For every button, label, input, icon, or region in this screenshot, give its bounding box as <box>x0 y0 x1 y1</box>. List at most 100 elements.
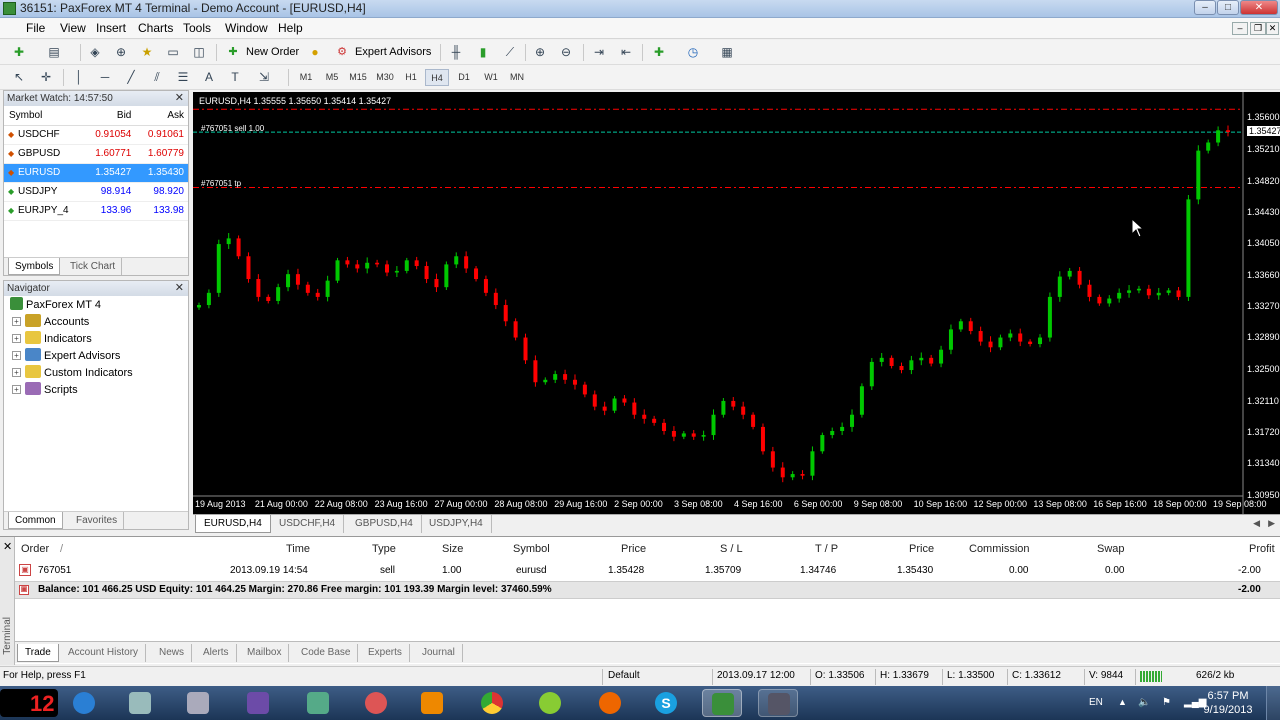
profiles-icon[interactable]: ▤ <box>45 44 63 61</box>
text-label-icon[interactable]: T <box>226 69 244 86</box>
timeframe-m30[interactable]: M30 <box>373 69 397 86</box>
new-chart-icon[interactable]: ✚ <box>10 44 28 61</box>
menu-charts[interactable]: Charts <box>138 21 173 35</box>
taskbar-chrome[interactable] <box>472 689 512 717</box>
column-swap[interactable]: Swap <box>1097 543 1125 555</box>
fibonacci-retracement-icon[interactable]: ☰ <box>174 69 192 86</box>
taskbar-app-5[interactable] <box>298 689 338 717</box>
timeframe-w1[interactable]: W1 <box>479 69 503 86</box>
new-order-button[interactable]: ✚ New Order <box>224 44 299 61</box>
expand-icon[interactable]: + <box>12 385 21 394</box>
tab-favorites[interactable]: Favorites <box>70 512 125 529</box>
column-price-current[interactable]: Price <box>909 543 934 555</box>
tab-news[interactable]: News <box>152 644 193 662</box>
expand-icon[interactable]: + <box>12 334 21 343</box>
tab-experts[interactable]: Experts <box>361 644 410 662</box>
taskbar-visual-studio[interactable] <box>238 689 278 717</box>
chart-shift-icon[interactable]: ⇤ <box>617 44 635 61</box>
tab-trade[interactable]: Trade <box>17 644 59 662</box>
chart-tab-gbpusd[interactable]: GBPUSD,H4 <box>347 515 422 533</box>
line-chart-icon[interactable]: ⟋ <box>501 44 519 61</box>
navigator-item-expert-advisors[interactable]: + Expert Advisors <box>12 348 120 364</box>
close-icon[interactable]: ✕ <box>175 91 184 106</box>
text-tool-icon[interactable]: A <box>200 69 218 86</box>
scroll-right-icon[interactable]: ▶ <box>1268 518 1275 529</box>
column-type[interactable]: Type <box>372 543 396 555</box>
menu-view[interactable]: View <box>60 21 86 35</box>
maximize-button[interactable]: □ <box>1217 0 1239 15</box>
close-icon[interactable]: ✕ <box>3 540 12 553</box>
cursor-tool-icon[interactable]: ↖ <box>10 69 28 86</box>
tab-tick-chart[interactable]: Tick Chart <box>64 258 123 275</box>
periods-icon[interactable]: ◷ <box>684 44 702 61</box>
tab-common[interactable]: Common <box>8 512 63 529</box>
menu-window[interactable]: Window <box>225 21 268 35</box>
taskbar-app-6[interactable] <box>356 689 396 717</box>
timeframe-d1[interactable]: D1 <box>452 69 476 86</box>
market-watch-row[interactable]: ◆ EURJPY_4 133.96 133.98 <box>4 201 188 221</box>
mdi-minimize-button[interactable]: – <box>1232 22 1248 35</box>
equidistant-channel-icon[interactable]: ⫽ <box>148 69 166 86</box>
tab-symbols[interactable]: Symbols <box>8 258 61 275</box>
column-order[interactable]: Order <box>21 543 49 555</box>
market-watch-row[interactable]: ◆ GBPUSD 1.60771 1.60779 <box>4 144 188 164</box>
chart-window[interactable]: EURUSD,H4 1.35555 1.35650 1.35414 1.3542… <box>193 92 1280 514</box>
market-watch-row[interactable]: ◆ USDJPY 98.914 98.920 <box>4 182 188 202</box>
timeframe-m15[interactable]: M15 <box>346 69 370 86</box>
close-icon[interactable]: ✕ <box>175 281 184 296</box>
column-header[interactable]: Ask <box>135 106 188 126</box>
column-commission[interactable]: Commission <box>969 543 1030 555</box>
column-time[interactable]: Time <box>286 543 310 555</box>
navigator-icon[interactable]: ★ <box>138 44 156 61</box>
tab-account-history[interactable]: Account History <box>61 644 147 662</box>
zoom-out-icon[interactable]: ⊖ <box>557 44 575 61</box>
scroll-left-icon[interactable]: ◀ <box>1253 518 1260 529</box>
connection-status-icon[interactable] <box>1140 671 1162 682</box>
tab-journal[interactable]: Journal <box>415 644 463 662</box>
column-tp[interactable]: T / P <box>815 543 838 555</box>
indicators-list-icon[interactable]: ✚ <box>650 44 668 61</box>
menu-insert[interactable]: Insert <box>96 21 126 35</box>
taskbar-app-10[interactable] <box>590 689 630 717</box>
navigator-item-accounts[interactable]: + Accounts <box>12 314 89 330</box>
expert-advisors-button[interactable]: ⚙ Expert Advisors <box>333 44 431 61</box>
strategy-tester-icon[interactable]: ◫ <box>190 44 208 61</box>
trendline-icon[interactable]: ╱ <box>122 69 140 86</box>
taskbar-internet-explorer[interactable] <box>64 689 104 717</box>
menu-file[interactable]: File <box>26 21 45 35</box>
column-size[interactable]: Size <box>442 543 463 555</box>
mdi-close-button[interactable]: ✕ <box>1266 22 1279 35</box>
expand-icon[interactable]: + <box>12 351 21 360</box>
column-sl[interactable]: S / L <box>720 543 743 555</box>
expand-icon[interactable]: + <box>12 317 21 326</box>
arrows-tool-icon[interactable]: ⇲ <box>255 69 273 86</box>
auto-scroll-icon[interactable]: ⇥ <box>590 44 608 61</box>
column-price[interactable]: Price <box>621 543 646 555</box>
templates-icon[interactable]: ▦ <box>718 44 736 61</box>
chart-tab-usdjpy[interactable]: USDJPY,H4 <box>421 515 492 533</box>
tab-mailbox[interactable]: Mailbox <box>240 644 290 662</box>
taskbar-skype[interactable]: S <box>646 689 686 717</box>
market-watch-row[interactable]: ◆ EURUSD 1.35427 1.35430 <box>4 163 188 183</box>
taskbar-app-7[interactable] <box>412 689 452 717</box>
price-chart[interactable] <box>193 92 1280 514</box>
horizontal-line-icon[interactable]: ─ <box>96 69 114 86</box>
timeframe-m1[interactable]: M1 <box>294 69 318 86</box>
market-watch-row[interactable]: ◆ USDCHF 0.91054 0.91061 <box>4 125 188 145</box>
timeframe-h1[interactable]: H1 <box>399 69 423 86</box>
crosshair-tool-icon[interactable]: ✛ <box>37 69 55 86</box>
tab-alerts[interactable]: Alerts <box>196 644 237 662</box>
taskbar-metatrader-1[interactable] <box>702 689 742 717</box>
timeframe-h4[interactable]: H4 <box>425 69 449 86</box>
vertical-line-icon[interactable]: │ <box>70 69 88 86</box>
system-clock[interactable]: 6:57 PM 9/19/2013 <box>1198 689 1258 717</box>
data-window-icon[interactable]: ⊕ <box>112 44 130 61</box>
column-profit[interactable]: Profit <box>1249 543 1275 555</box>
column-symbol[interactable]: Symbol <box>513 543 550 555</box>
tab-code-base[interactable]: Code Base <box>294 644 359 662</box>
chart-tab-usdchf[interactable]: USDCHF,H4 <box>271 515 345 533</box>
bar-chart-icon[interactable]: ╫ <box>447 44 465 61</box>
chart-tab-eurusd[interactable]: EURUSD,H4 <box>195 515 271 533</box>
minimize-button[interactable]: – <box>1194 0 1216 15</box>
show-desktop-button[interactable] <box>1266 686 1280 720</box>
